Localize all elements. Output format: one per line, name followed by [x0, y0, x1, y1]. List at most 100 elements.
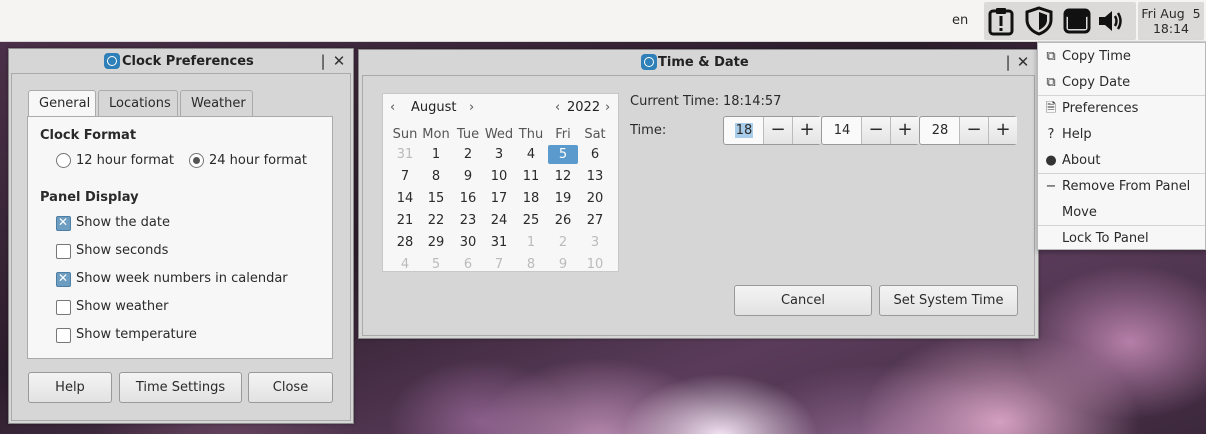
radio-24-hour-label[interactable]: 24 hour format [209, 153, 307, 168]
calendar-day[interactable]: 8 [421, 167, 451, 186]
calendar-day[interactable]: 24 [484, 211, 514, 230]
calendar-day[interactable]: 19 [548, 189, 578, 208]
checkbox-show-date-label[interactable]: Show the date [76, 215, 170, 230]
help-button[interactable]: Help [28, 372, 112, 403]
calendar-day[interactable]: 7 [390, 167, 420, 186]
menu-item-copy-date[interactable]: ⧉ Copy Date [1038, 70, 1205, 95]
volume-icon[interactable] [1096, 6, 1126, 36]
calendar-day[interactable]: 27 [580, 211, 610, 230]
set-system-time-button[interactable]: Set System Time [879, 285, 1018, 316]
calendar-day[interactable]: 4 [390, 255, 420, 274]
next-year-chevron-icon[interactable]: › [605, 100, 610, 115]
checkbox-show-seconds-label[interactable]: Show seconds [76, 243, 168, 258]
seconds-increment-button[interactable]: + [988, 117, 1017, 144]
checkbox-show-weather[interactable] [56, 300, 71, 315]
calendar-day[interactable]: 31 [390, 145, 420, 164]
calendar-day[interactable]: 7 [484, 255, 514, 274]
close-icon[interactable]: ✕ [1015, 53, 1031, 71]
calendar-day[interactable]: 1 [516, 233, 546, 252]
seconds-decrement-button[interactable]: − [959, 117, 988, 144]
minutes-decrement-button[interactable]: − [861, 117, 890, 144]
calendar-day[interactable]: 11 [516, 167, 546, 186]
calendar-day[interactable]: 8 [516, 255, 546, 274]
calendar-day[interactable]: 2 [548, 233, 578, 252]
calendar-day[interactable]: 17 [484, 189, 514, 208]
calendar-day[interactable]: 29 [421, 233, 451, 252]
checkbox-show-week-numbers[interactable] [56, 271, 71, 287]
checkbox-show-seconds[interactable] [56, 244, 71, 259]
calendar-day[interactable]: 31 [484, 233, 514, 252]
calendar-day[interactable]: 12 [548, 167, 578, 186]
menu-item-copy-time[interactable]: ⧉ Copy Time [1038, 44, 1205, 69]
menu-item-move[interactable]: Move [1038, 200, 1205, 225]
hours-spinbutton[interactable]: 18 − + [723, 116, 821, 145]
keyboard-layout-indicator[interactable]: en [952, 13, 968, 28]
calendar-day[interactable]: 5 [548, 145, 578, 164]
minutes-spinbutton[interactable]: 14 − + [821, 116, 919, 145]
checkbox-show-temperature-label[interactable]: Show temperature [76, 327, 197, 342]
tab-general[interactable]: General [28, 90, 96, 118]
calendar-day[interactable]: 6 [580, 145, 610, 164]
clock-preferences-titlebar[interactable]: Clock Preferences | ✕ [9, 49, 353, 75]
hours-value[interactable]: 18 [724, 117, 764, 144]
shield-icon[interactable] [1024, 6, 1054, 36]
calendar-day[interactable]: 5 [421, 255, 451, 274]
calendar-day[interactable]: 4 [516, 145, 546, 164]
calendar-day[interactable]: 9 [453, 167, 483, 186]
time-settings-button[interactable]: Time Settings [119, 372, 242, 403]
cancel-button[interactable]: Cancel [734, 285, 872, 316]
calendar-day[interactable]: 1 [421, 145, 451, 164]
menu-item-preferences[interactable]: 🗎 Preferences [1038, 96, 1205, 121]
calendar-day[interactable]: 14 [390, 189, 420, 208]
calendar-day[interactable]: 15 [421, 189, 451, 208]
close-icon[interactable]: ✕ [331, 52, 347, 70]
calendar-day[interactable]: 16 [453, 189, 483, 208]
tab-weather[interactable]: Weather [180, 90, 253, 117]
calendar-day[interactable]: 18 [516, 189, 546, 208]
panel-clock[interactable]: Fri Aug 5 18:14 [1138, 2, 1204, 40]
calendar-day[interactable]: 25 [516, 211, 546, 230]
checkbox-show-week-numbers-label[interactable]: Show week numbers in calendar [76, 271, 288, 286]
menu-item-lock-to-panel[interactable]: Lock To Panel [1038, 226, 1205, 251]
radio-12-hour-label[interactable]: 12 hour format [76, 153, 174, 168]
clipboard-alert-icon[interactable] [986, 6, 1016, 36]
calendar-day[interactable]: 9 [548, 255, 578, 274]
menu-item-remove-from-panel[interactable]: − Remove From Panel [1038, 174, 1205, 199]
calendar-day[interactable]: 2 [453, 145, 483, 164]
checkbox-show-weather-label[interactable]: Show weather [76, 299, 169, 314]
minutes-value[interactable]: 14 [822, 117, 862, 144]
calendar-day[interactable]: 22 [421, 211, 451, 230]
calendar-day[interactable]: 26 [548, 211, 578, 230]
close-button[interactable]: Close [248, 372, 333, 403]
calendar-day[interactable]: 30 [453, 233, 483, 252]
calendar-day[interactable]: 28 [390, 233, 420, 252]
resize-handle-icon[interactable]: | [1000, 53, 1016, 71]
calendar-day[interactable]: 10 [484, 167, 514, 186]
next-month-chevron-icon[interactable]: › [469, 100, 474, 115]
calendar-day[interactable]: 10 [580, 255, 610, 274]
radio-12-hour[interactable] [56, 153, 71, 168]
resize-handle-icon[interactable]: | [315, 52, 331, 70]
time-date-titlebar[interactable]: Time & Date | ✕ [359, 50, 1038, 76]
hours-increment-button[interactable]: + [792, 117, 821, 144]
calendar-day[interactable]: 23 [453, 211, 483, 230]
calendar-day[interactable]: 20 [580, 189, 610, 208]
calendar-day[interactable]: 3 [580, 233, 610, 252]
seconds-value[interactable]: 28 [920, 117, 960, 144]
radio-24-hour[interactable] [189, 153, 204, 168]
hours-decrement-button[interactable]: − [763, 117, 792, 144]
calendar-day[interactable]: 3 [484, 145, 514, 164]
calendar-day[interactable]: 13 [580, 167, 610, 186]
calendar-day[interactable]: 21 [390, 211, 420, 230]
calendar-day[interactable]: 6 [453, 255, 483, 274]
seconds-spinbutton[interactable]: 28 − + [919, 116, 1017, 145]
prev-year-chevron-icon[interactable]: ‹ [555, 100, 560, 115]
tab-locations[interactable]: Locations [98, 90, 178, 117]
minutes-increment-button[interactable]: + [890, 117, 919, 144]
checkbox-show-temperature[interactable] [56, 328, 71, 343]
menu-item-about[interactable]: ● About [1038, 148, 1205, 173]
window-icon[interactable] [1062, 6, 1092, 36]
menu-item-help[interactable]: ? Help [1038, 122, 1205, 147]
checkbox-show-date[interactable] [56, 215, 71, 231]
prev-month-chevron-icon[interactable]: ‹ [390, 100, 395, 115]
